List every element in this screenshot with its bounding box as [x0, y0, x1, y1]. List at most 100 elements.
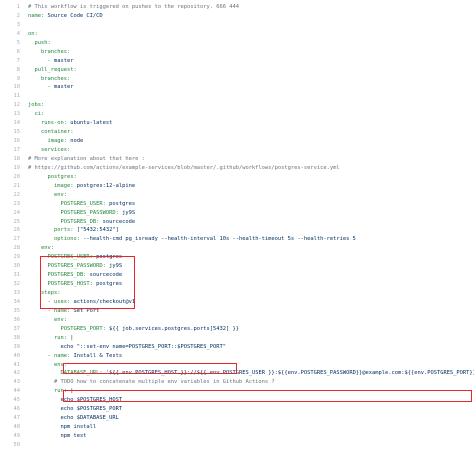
yaml-key: image: — [47, 138, 67, 145]
code-line: 43 # TODO how to concatenate multiple en… — [0, 378, 474, 387]
code-line: 23 POSTGRES_USER: postgres — [0, 200, 474, 209]
line-number: 43 — [13, 379, 21, 386]
line-number: 25 — [13, 218, 21, 225]
line-code: image: postgres:12-alpine — [28, 182, 474, 191]
line-number: 42 — [13, 370, 21, 377]
yaml-value: postgres — [105, 200, 136, 207]
code-line: 26 ports: ["5432:5432"] — [0, 226, 474, 235]
line-number: 29 — [13, 254, 21, 261]
line-number: 30 — [13, 263, 21, 270]
code-line: 7 - master — [0, 57, 474, 66]
yaml-key: branches: — [40, 75, 71, 82]
yaml-comment: # This workflow is triggered on pushes t… — [28, 4, 239, 10]
line-code: runs-on: ubuntu-latest — [28, 119, 474, 128]
line-number: 16 — [13, 138, 21, 145]
yaml-key: - name: — [47, 352, 71, 359]
line-code: echo "::set-env name=POSTGRES_PORT::$POS… — [28, 343, 474, 352]
line-number: 7 — [16, 57, 20, 64]
line-code: echo $POSTGRES_PORT — [28, 405, 474, 414]
code-line: 21 image: postgres:12-alpine — [0, 182, 474, 191]
line-number: 34 — [13, 298, 21, 305]
code-line: 9 branches: — [0, 75, 474, 84]
code-view: 1 # This workflow is triggered on pushes … — [0, 0, 474, 460]
line-number: 8 — [16, 66, 20, 73]
yaml-key: runs-on: — [40, 120, 67, 127]
code-line: 12 jobs: — [0, 101, 474, 110]
code-line: 20 postgres: — [0, 173, 474, 182]
yaml-value: npm install — [60, 424, 97, 431]
code-line: 19 # https://github.com/actions/example-s… — [0, 164, 474, 173]
yaml-value: sourcecode — [99, 218, 136, 225]
yaml-value: echo $DATABASE_URL — [60, 415, 119, 422]
line-number: 44 — [13, 388, 21, 395]
line-number: 50 — [13, 441, 21, 448]
line-number: 15 — [13, 129, 21, 136]
yaml-value: postgres:12-alpine — [73, 182, 136, 189]
yaml-value: master — [53, 57, 74, 64]
line-number: 28 — [13, 245, 21, 252]
code-line: 15 container: — [0, 128, 474, 137]
code-line: 5 push: — [0, 39, 474, 48]
code-line: 14 runs-on: ubuntu-latest — [0, 119, 474, 128]
yaml-key: jobs: — [28, 102, 45, 109]
line-code: - master — [28, 83, 474, 92]
line-number: 33 — [13, 290, 21, 296]
line-number: 20 — [13, 173, 21, 180]
code-line: 40 - name: Install & Tests — [0, 352, 474, 361]
yaml-value: | — [66, 334, 74, 341]
line-number: 41 — [13, 361, 21, 368]
code-line: 49 npm test — [0, 432, 474, 441]
line-number: 1 — [16, 4, 20, 10]
yaml-value: ubuntu-latest — [66, 120, 113, 127]
line-number: 13 — [13, 111, 21, 118]
line-number: 4 — [16, 30, 20, 37]
line-code: on: — [28, 30, 474, 39]
line-number: 47 — [13, 415, 21, 422]
line-code: postgres: — [28, 173, 474, 182]
line-code: env: — [28, 191, 474, 200]
line-number: 23 — [13, 200, 21, 207]
yaml-key: branches: — [40, 48, 71, 55]
line-code: POSTGRES_PASSWORD: jy9S — [28, 209, 474, 218]
yaml-key: POSTGRES_PASSWORD: — [60, 209, 119, 216]
yaml-value: node — [66, 138, 84, 145]
line-number: 35 — [13, 307, 21, 314]
line-code: npm test — [28, 432, 474, 441]
line-number: 2 — [16, 12, 20, 19]
yaml-value: ${{ job.services.postgres.ports[5432] }} — [105, 325, 239, 332]
line-number: 17 — [13, 147, 21, 153]
yaml-key: image: — [53, 182, 74, 189]
line-code: options: --health-cmd pg_isready --healt… — [28, 235, 474, 244]
line-number: 38 — [13, 334, 21, 341]
yaml-value: Install & Tests — [70, 352, 123, 359]
line-code: ports: ["5432:5432"] — [28, 226, 474, 235]
yaml-value: npm test — [60, 433, 87, 439]
line-number: 48 — [13, 424, 21, 431]
yaml-key: pull_request: — [34, 66, 77, 73]
line-code: - name: Install & Tests — [28, 352, 474, 361]
yaml-key: POSTGRES_DB: — [60, 218, 100, 225]
env-block-highlight — [40, 256, 135, 309]
yaml-key: run: — [53, 334, 67, 341]
line-code: # TODO how to concatenate multiple env v… — [28, 378, 474, 387]
line-code: services: — [28, 146, 474, 155]
line-code: env: — [28, 316, 474, 325]
